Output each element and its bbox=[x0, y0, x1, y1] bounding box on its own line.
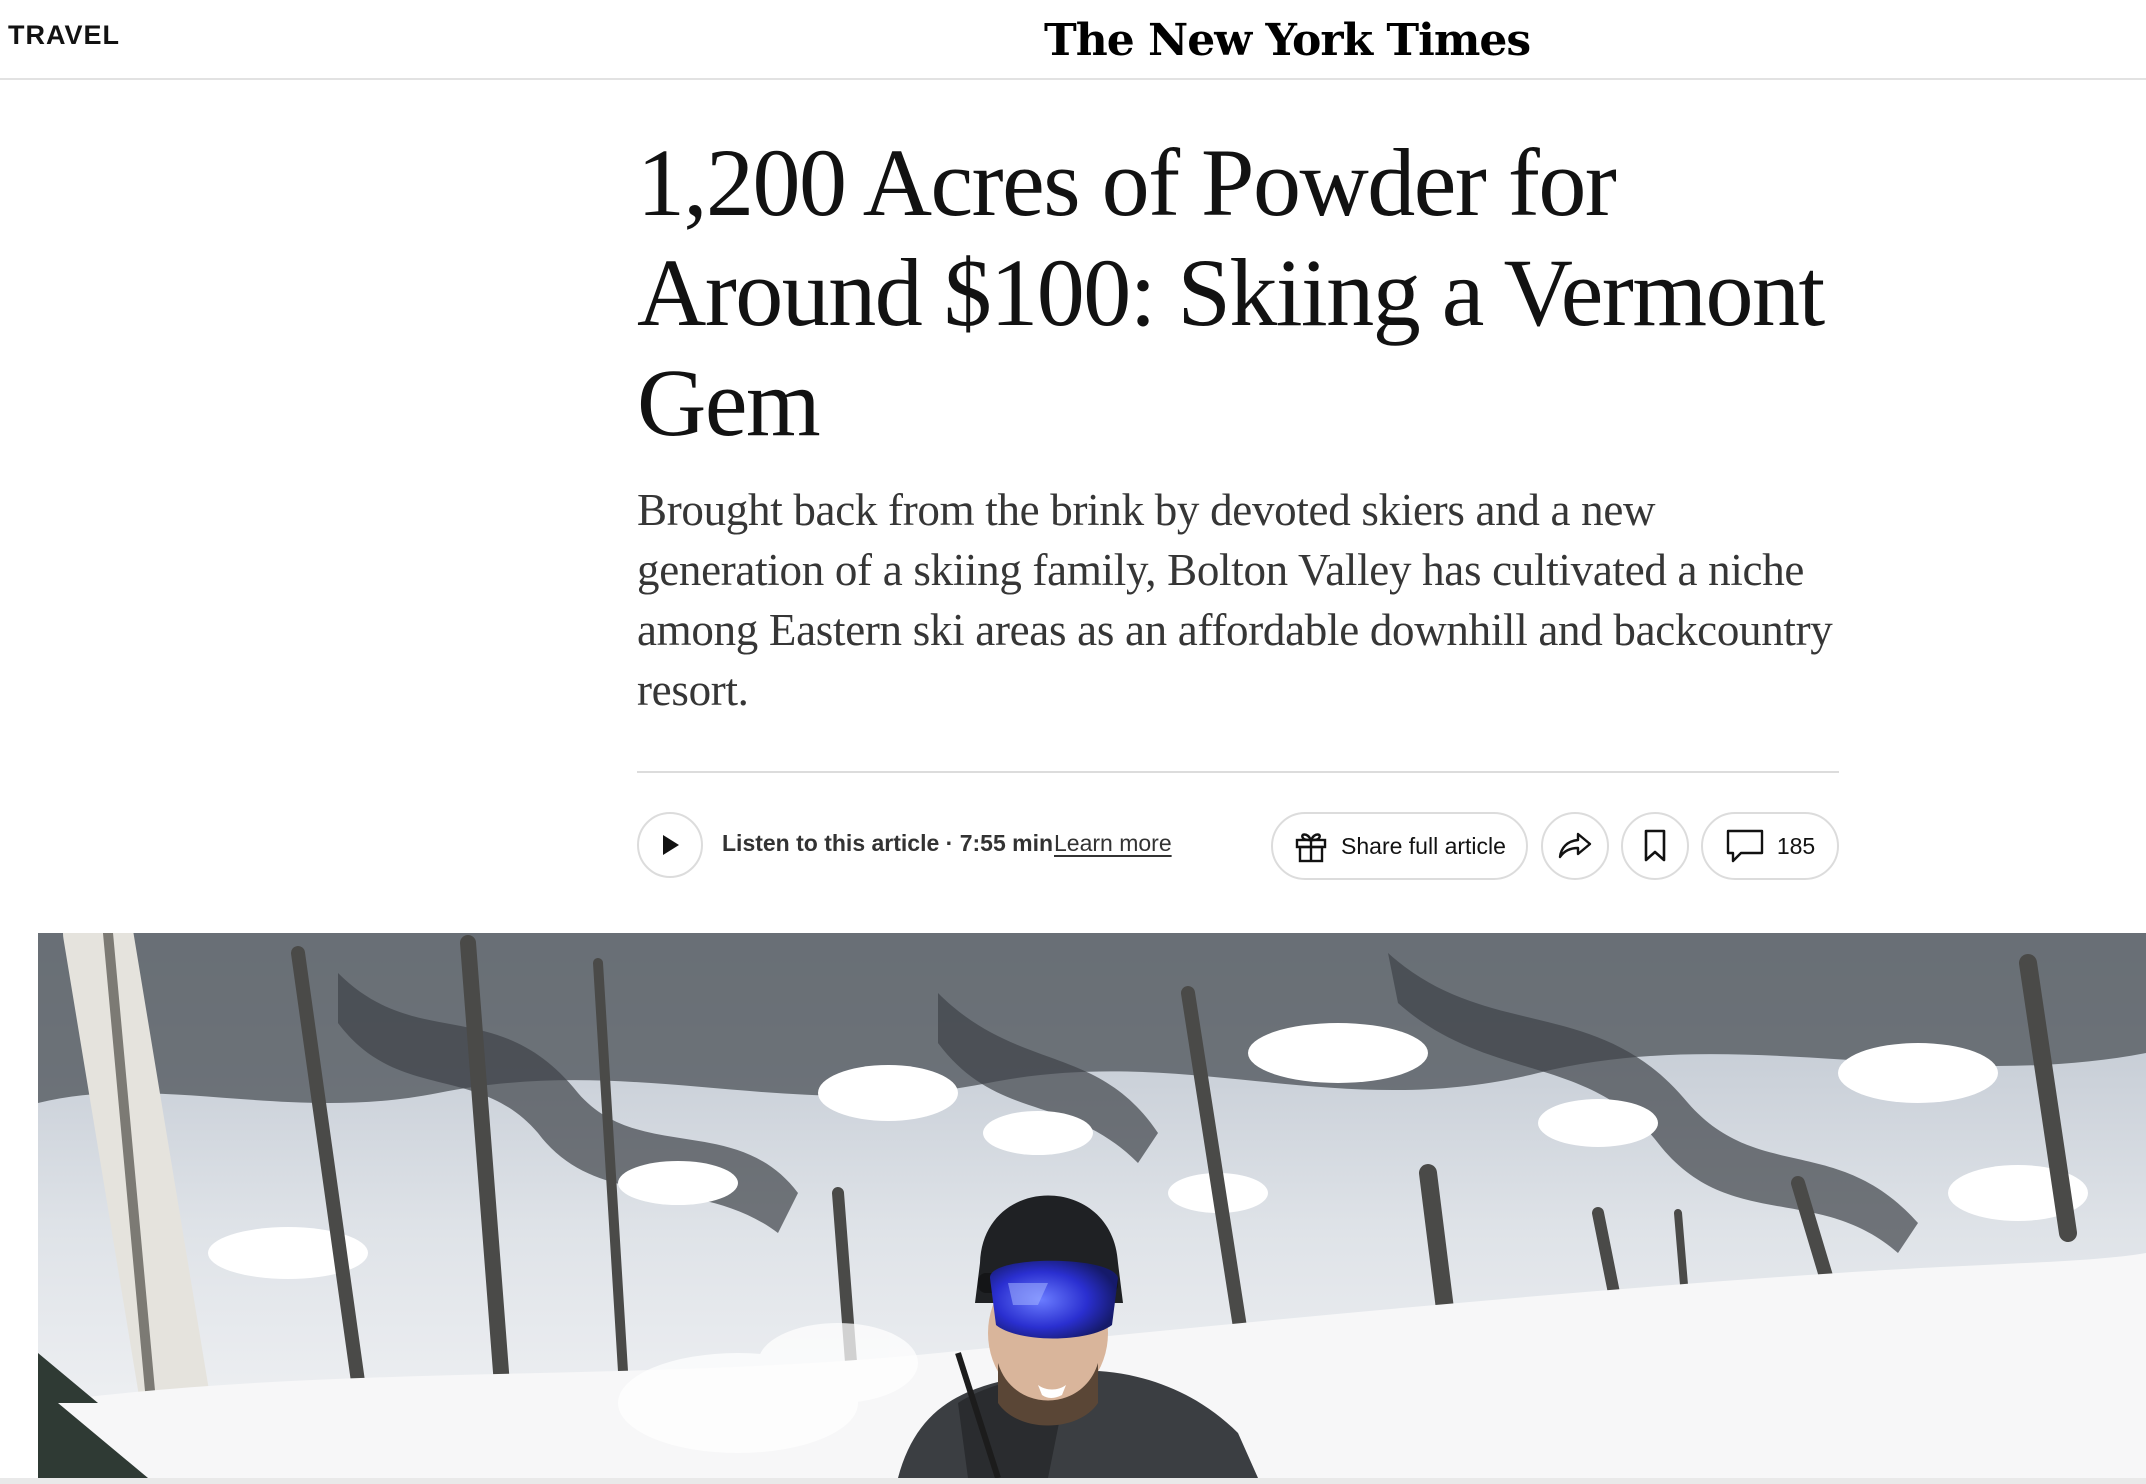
action-bar: Listen to this article · 7:55 min Learn … bbox=[637, 812, 1839, 880]
save-button[interactable] bbox=[1621, 812, 1689, 880]
learn-more-link[interactable]: Learn more bbox=[1054, 830, 1172, 857]
top-bar: TRAVEL The New York Times bbox=[0, 0, 2146, 80]
share-button[interactable] bbox=[1541, 812, 1609, 880]
masthead-text: The New York Times bbox=[1044, 15, 1531, 66]
hero-photo-skier bbox=[38, 933, 2146, 1478]
bottom-rule bbox=[0, 1478, 2146, 1484]
gift-icon bbox=[1295, 833, 1327, 863]
article-page: TRAVEL The New York Times 1,200 Acres of… bbox=[0, 0, 2146, 1484]
section-link[interactable]: TRAVEL bbox=[8, 20, 120, 51]
share-full-article-button[interactable]: Share full article bbox=[1271, 812, 1528, 880]
masthead-logo[interactable]: The New York Times bbox=[1044, 6, 1531, 70]
comments-count: 185 bbox=[1776, 832, 1816, 859]
share-label: Share full article bbox=[1341, 832, 1506, 859]
hero-image[interactable] bbox=[38, 933, 2146, 1478]
comments-button[interactable]: 185 bbox=[1701, 812, 1839, 880]
listen-play-button[interactable] bbox=[637, 812, 703, 878]
listen-label: Listen to this article · 7:55 min bbox=[722, 830, 1054, 856]
comment-icon bbox=[1726, 829, 1764, 863]
share-arrow-icon bbox=[1558, 832, 1592, 859]
headline: 1,200 Acres of Powder for Around $100: S… bbox=[637, 129, 1825, 456]
summary: Brought back from the brink by devoted s… bbox=[637, 485, 1833, 715]
article-header: 1,200 Acres of Powder for Around $100: S… bbox=[637, 128, 1842, 720]
play-icon bbox=[663, 835, 679, 855]
divider bbox=[637, 771, 1839, 773]
bookmark-icon bbox=[1644, 829, 1666, 862]
